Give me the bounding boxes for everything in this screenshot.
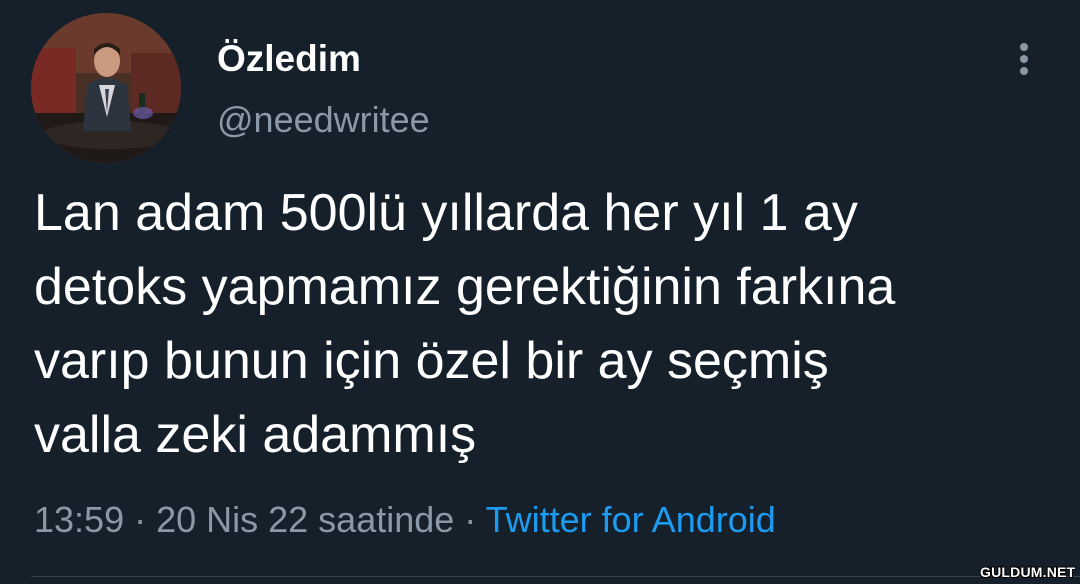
- tweet-text-line: valla zeki adammış: [34, 406, 477, 464]
- tweet-card: Özledim @needwritee Lan adam 500lü yılla…: [0, 0, 1080, 584]
- tweet-text-line: detoks yapmamız gerektiğinin farkına: [34, 258, 896, 316]
- more-options-button[interactable]: [1006, 36, 1042, 80]
- meta-separator: ·: [124, 499, 157, 540]
- tweet-date[interactable]: 20 Nis 22 saatinde: [156, 499, 454, 540]
- author-handle[interactable]: @needwritee: [217, 98, 430, 142]
- more-vertical-icon: [1020, 43, 1028, 51]
- avatar-photo: [31, 13, 181, 163]
- more-vertical-icon-dot: [1020, 55, 1028, 63]
- tweet-metadata: 13:59 · 20 Nis 22 saatinde · Twitter for…: [34, 498, 776, 542]
- meta-separator: ·: [454, 499, 486, 540]
- avatar[interactable]: [31, 13, 181, 163]
- author-display-name[interactable]: Özledim: [217, 37, 361, 81]
- divider: [31, 576, 1080, 577]
- tweet-source-link[interactable]: Twitter for Android: [486, 499, 776, 540]
- more-vertical-icon-dot: [1020, 67, 1028, 75]
- watermark: GULDUM.NET: [980, 564, 1076, 580]
- tweet-time[interactable]: 13:59: [34, 499, 124, 540]
- tweet-text-line: Lan adam 500lü yıllarda her yıl 1 ay: [34, 184, 858, 242]
- tweet-text-line: varıp bunun için özel bir ay seçmiş: [34, 332, 829, 390]
- tweet-text: Lan adam 500lü yıllarda her yıl 1 ay det…: [34, 176, 1044, 472]
